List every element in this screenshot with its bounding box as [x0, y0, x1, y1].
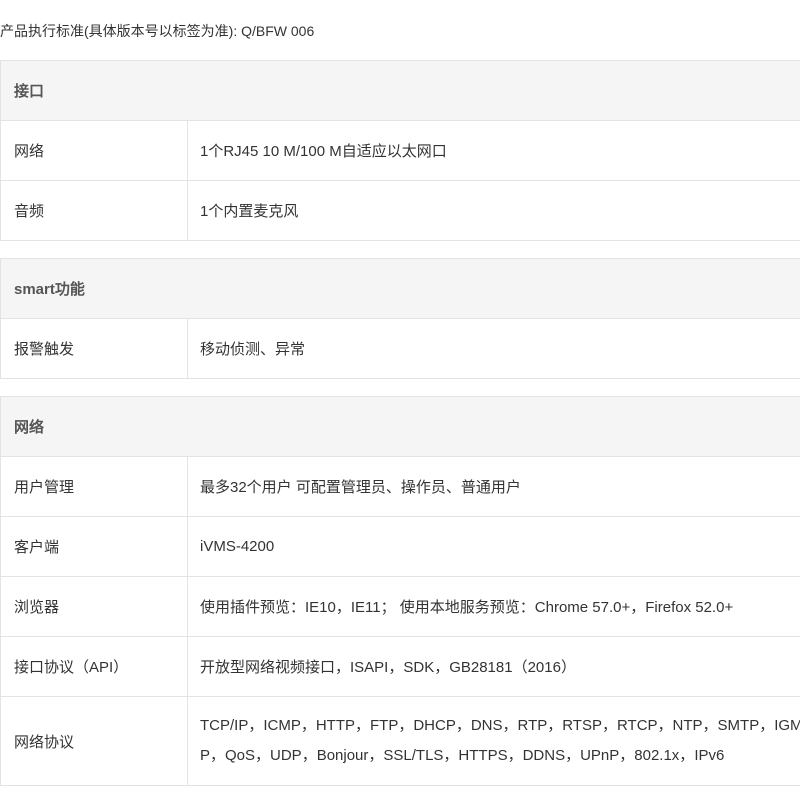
spec-value: TCP/IP，ICMP，HTTP，FTP，DHCP，DNS，RTP，RTSP，R… [200, 717, 800, 764]
spec-section-interface: 接口 网络 1个RJ45 10 M/100 M自适应以太网口 音频 1个内置麦克… [0, 60, 800, 241]
spec-section-smart: smart功能 报警触发 移动侦测、异常 [0, 258, 800, 379]
spec-label: 网络协议 [1, 697, 188, 785]
spec-value: 最多32个用户 可配置管理员、操作员、普通用户 [200, 479, 521, 496]
spec-value: 1个RJ45 10 M/100 M自适应以太网口 [200, 143, 447, 160]
spec-value: 1个内置麦克风 [200, 203, 299, 220]
spec-row-network-protocol: 网络协议 TCP/IP，ICMP，HTTP，FTP，DHCP，DNS，RTP，R… [1, 697, 800, 785]
section-title: 网络 [1, 397, 800, 457]
spec-label: 浏览器 [1, 577, 188, 636]
spec-label: 接口协议（API） [1, 637, 188, 696]
spec-value: 移动侦测、异常 [200, 341, 306, 358]
spec-row-network-port: 网络 1个RJ45 10 M/100 M自适应以太网口 [1, 121, 800, 181]
spec-row-api: 接口协议（API） 开放型网络视频接口，ISAPI，SDK，GB28181（20… [1, 637, 800, 697]
section-title: smart功能 [1, 259, 800, 319]
spec-label: 网络 [1, 121, 188, 180]
spec-label: 报警触发 [1, 319, 188, 378]
spec-value: 开放型网络视频接口，ISAPI，SDK，GB28181（2016） [200, 659, 576, 676]
spec-label: 音频 [1, 181, 188, 240]
spec-row-alarm-trigger: 报警触发 移动侦测、异常 [1, 319, 800, 378]
spec-value: iVMS-4200 [200, 538, 275, 555]
spec-label: 用户管理 [1, 457, 188, 516]
spec-row-browser: 浏览器 使用插件预览：IE10，IE11； 使用本地服务预览：Chrome 57… [1, 577, 800, 637]
spec-value: 使用插件预览：IE10，IE11； 使用本地服务预览：Chrome 57.0+，… [200, 599, 734, 616]
spec-label: 客户端 [1, 517, 188, 576]
spec-row-client: 客户端 iVMS-4200 [1, 517, 800, 577]
section-title: 接口 [1, 61, 800, 121]
spec-row-audio: 音频 1个内置麦克风 [1, 181, 800, 240]
spec-row-user-management: 用户管理 最多32个用户 可配置管理员、操作员、普通用户 [1, 457, 800, 517]
spec-section-network: 网络 用户管理 最多32个用户 可配置管理员、操作员、普通用户 客户端 iVMS… [0, 396, 800, 786]
product-standard-line: 产品执行标准(具体版本号以标签为准): Q/BFW 006 [0, 23, 315, 39]
